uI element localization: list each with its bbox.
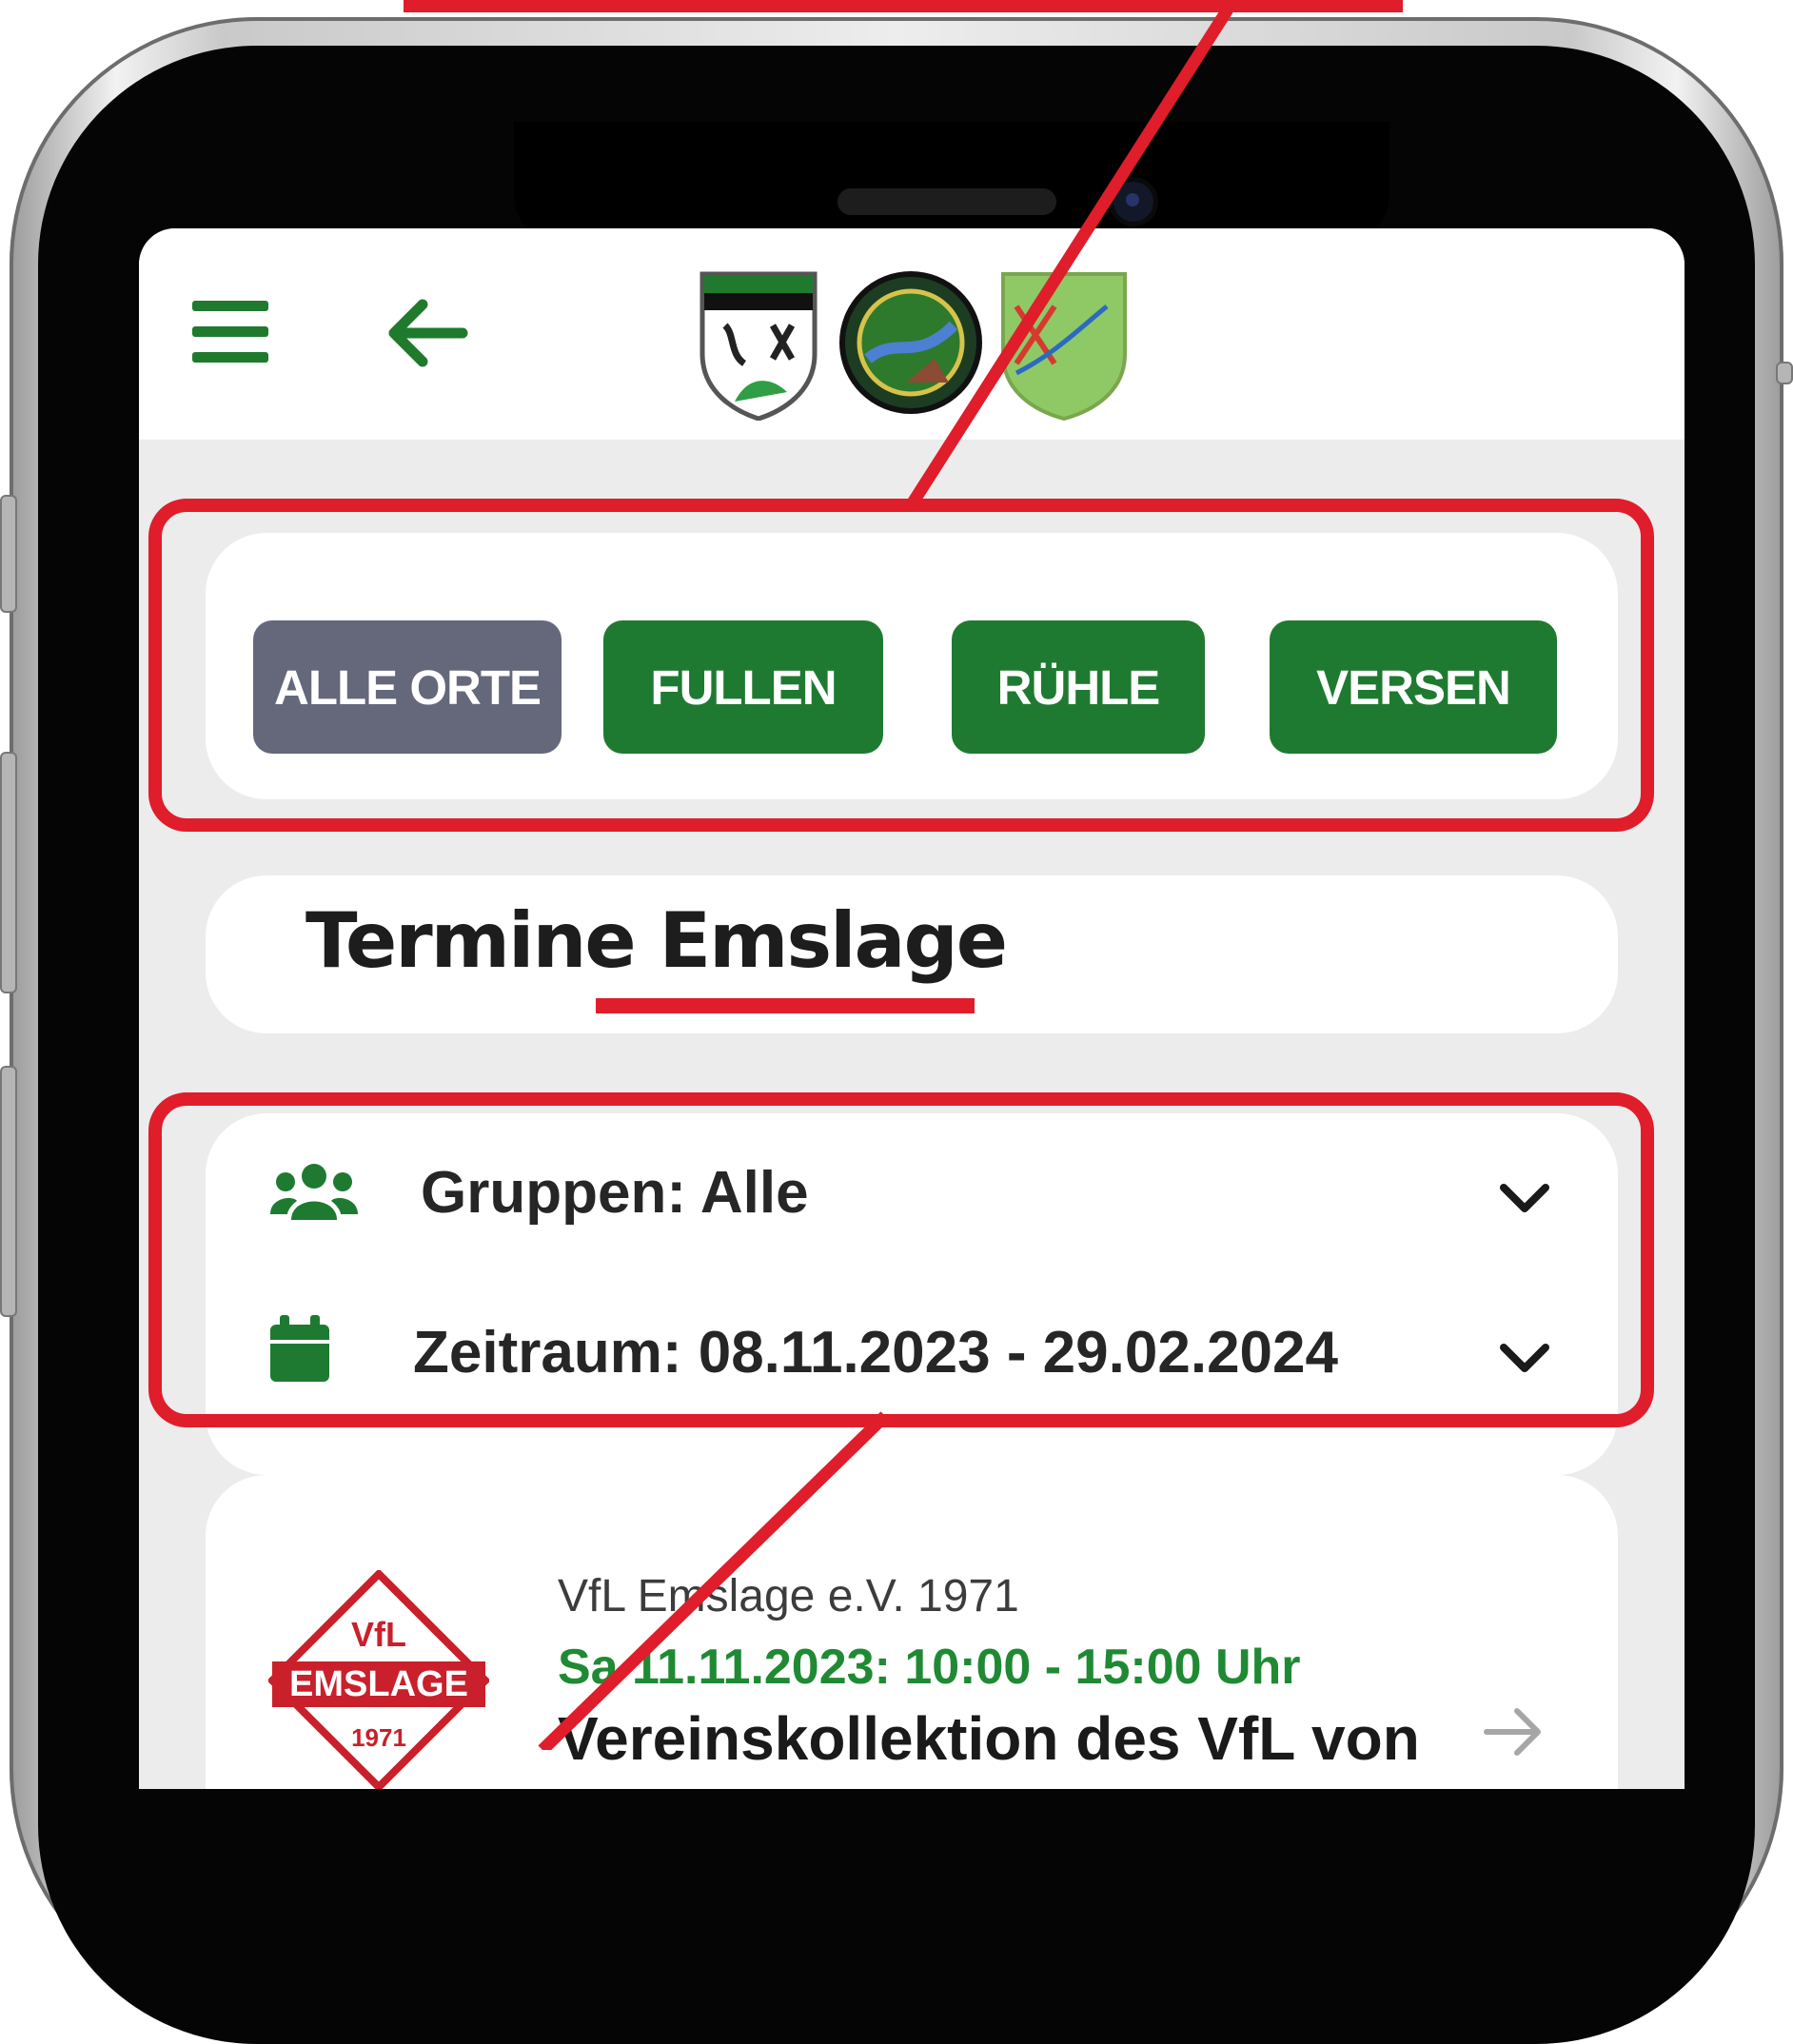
- annotation-lines: [538, 6, 1233, 1750]
